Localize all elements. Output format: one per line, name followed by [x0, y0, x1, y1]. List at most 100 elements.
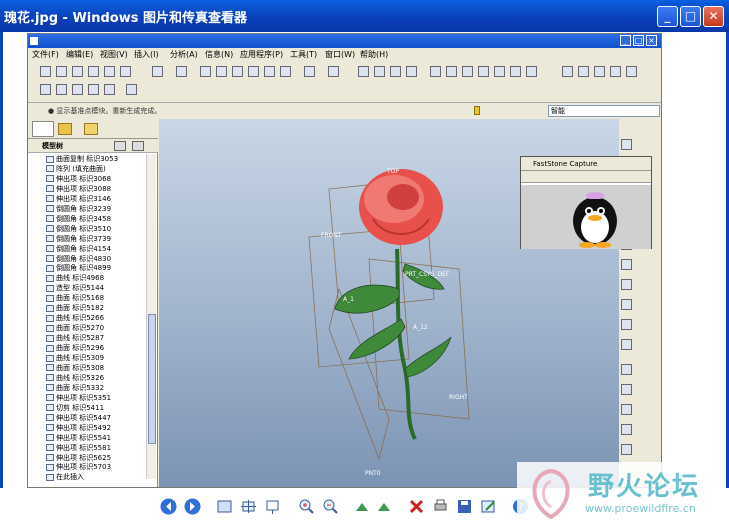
tree-item[interactable]: 倒圆角 标识4830 — [34, 254, 146, 264]
tree-item[interactable]: 曲线 标识4968 — [34, 273, 146, 283]
paste-special-icon — [248, 66, 259, 77]
tree-item[interactable]: 曲线 标识5326 — [34, 373, 146, 383]
tree-item[interactable]: 伸出项 标识5492 — [34, 423, 146, 433]
tree-item[interactable]: 伸出项 标识5625 — [34, 453, 146, 463]
undo-icon — [152, 66, 163, 77]
datum-plane-icon — [40, 84, 51, 95]
feature-icon — [46, 384, 54, 392]
tree-item[interactable]: 曲面 标识5332 — [34, 383, 146, 393]
filter-icon — [474, 106, 480, 115]
tree-item[interactable]: 倒圆角 标识4899 — [34, 263, 146, 273]
tree-item[interactable]: 倒圆角 标识3239 — [34, 204, 146, 214]
tree-item[interactable]: 伸出项 标识5581 — [34, 443, 146, 453]
feature-icon — [46, 185, 54, 193]
tree-item[interactable]: 在此插入 — [34, 472, 146, 482]
next-image-button[interactable] — [184, 498, 201, 515]
model-tree-panel: 模型树 曲面复制 标识3053 阵列 (填充曲面) 伸出项 标识3068 伸出项 标识… — [28, 119, 158, 487]
draft-icon — [621, 279, 632, 290]
tab-model-tree[interactable] — [32, 121, 54, 137]
faststone-title: FastStone Capture — [521, 157, 651, 171]
tree-item[interactable]: 曲面复制 标识3053 — [34, 154, 146, 164]
app-icon — [30, 37, 38, 45]
favorites-icon[interactable] — [84, 123, 98, 135]
point-label: PNT0 — [365, 470, 381, 477]
show-icon[interactable] — [132, 141, 144, 151]
tree-item[interactable]: 曲面 标识5296 — [34, 343, 146, 353]
tree-item[interactable]: 造型 标识5144 — [34, 283, 146, 293]
tree-item-label: 倒圆角 标识4154 — [56, 244, 112, 253]
help-icon — [126, 84, 137, 95]
feature-icon — [46, 264, 54, 272]
delete-button[interactable] — [408, 498, 425, 515]
view-manager-icon — [526, 66, 537, 77]
thicken-icon — [621, 444, 632, 455]
best-fit-button[interactable] — [216, 498, 233, 515]
minimize-button[interactable]: _ — [657, 6, 678, 27]
scroll-thumb[interactable] — [148, 314, 156, 444]
feature-icon — [46, 294, 54, 302]
tree-header: 模型树 — [28, 139, 158, 153]
tree-item[interactable]: 伸出项 标识5447 — [34, 413, 146, 423]
rotate-clockwise-button[interactable] — [354, 498, 371, 515]
previous-image-button[interactable] — [160, 498, 177, 515]
folder-icon[interactable] — [58, 123, 72, 135]
tree-item-label: 伸出项 标识5351 — [56, 393, 112, 402]
tree-scrollbar[interactable] — [146, 154, 156, 479]
spin-center-icon — [374, 66, 385, 77]
navigator-tabs — [28, 119, 158, 139]
tree-item[interactable]: 倒圆角 标识3458 — [34, 214, 146, 224]
feature-icon — [46, 344, 54, 352]
tree-item[interactable]: 伸出项 标识5351 — [34, 393, 146, 403]
tree-item[interactable]: 伸出项 标识3146 — [34, 194, 146, 204]
tree-item-label: 倒圆角 标识3739 — [56, 234, 112, 243]
tree-title: 模型树 — [42, 142, 63, 150]
tree-item[interactable]: 伸出项 标识3088 — [34, 184, 146, 194]
tree-item-label: 曲面 标识5332 — [56, 383, 105, 392]
tree-item-label: 曲面复制 标识3053 — [56, 155, 119, 163]
tree-item[interactable]: 曲线 标识5287 — [34, 333, 146, 343]
feature-icon — [46, 165, 54, 173]
forum-watermark: 野火论坛 www.proewildfire.cn — [517, 462, 723, 524]
regenerate-icon — [264, 66, 275, 77]
tree-item[interactable]: 曲线 标识5266 — [34, 313, 146, 323]
tree-item[interactable]: 倒圆角 标识3510 — [34, 224, 146, 234]
slideshow-button[interactable] — [264, 498, 281, 515]
tree-item-label: 伸出项 标识3068 — [56, 174, 112, 183]
settings-icon[interactable] — [114, 141, 126, 151]
feature-icon — [46, 225, 54, 233]
feature-icon — [46, 364, 54, 372]
zoom-out-button[interactable] — [322, 498, 339, 515]
tree-item-label: 伸出项 标识5625 — [56, 453, 112, 462]
tree-item[interactable]: 阵列 (填充曲面) — [34, 164, 146, 174]
tree-item[interactable]: 倒圆角 标识3739 — [34, 234, 146, 244]
csys-label: PRT_CSYS_DEF — [405, 271, 450, 278]
zoom-out-icon — [446, 66, 457, 77]
tree-item[interactable]: 曲线 标识5309 — [34, 353, 146, 363]
tree-item[interactable]: 曲面 标识5270 — [34, 323, 146, 333]
datum-csys-icon — [88, 84, 99, 95]
tree-item[interactable]: 伸出项 标识5703 — [34, 462, 146, 472]
print-button[interactable] — [432, 498, 449, 515]
rotate-counterclockwise-button[interactable] — [376, 498, 393, 515]
tree-item[interactable]: 曲面 标识5308 — [34, 363, 146, 373]
feature-icon — [46, 414, 54, 422]
tree-item-label: 曲面 标识5168 — [56, 294, 105, 303]
tree-item[interactable]: 曲面 标识5182 — [34, 303, 146, 313]
maximize-button[interactable]: □ — [680, 6, 701, 27]
tree-item[interactable]: 伸出项 标识3068 — [34, 174, 146, 184]
tree-item[interactable]: 切剪 标识5411 — [34, 403, 146, 413]
tree-item[interactable]: 倒圆角 标识4154 — [34, 244, 146, 254]
close-button[interactable]: ✕ — [703, 6, 724, 27]
zoom-in-button[interactable] — [298, 498, 315, 515]
actual-size-button[interactable] — [240, 498, 257, 515]
filter-select[interactable]: 智能 — [548, 105, 660, 117]
menu-edit: 编辑(E) — [66, 50, 94, 59]
edit-button[interactable] — [480, 498, 497, 515]
new-icon — [40, 66, 51, 77]
rib-icon — [621, 259, 632, 270]
tree-item[interactable]: 曲面 标识5168 — [34, 293, 146, 303]
tree-item-label: 伸出项 标识5703 — [56, 463, 112, 472]
tree-item[interactable]: 伸出项 标识5541 — [34, 433, 146, 443]
save-button[interactable] — [456, 498, 473, 515]
app-close-icon: × — [646, 35, 657, 46]
